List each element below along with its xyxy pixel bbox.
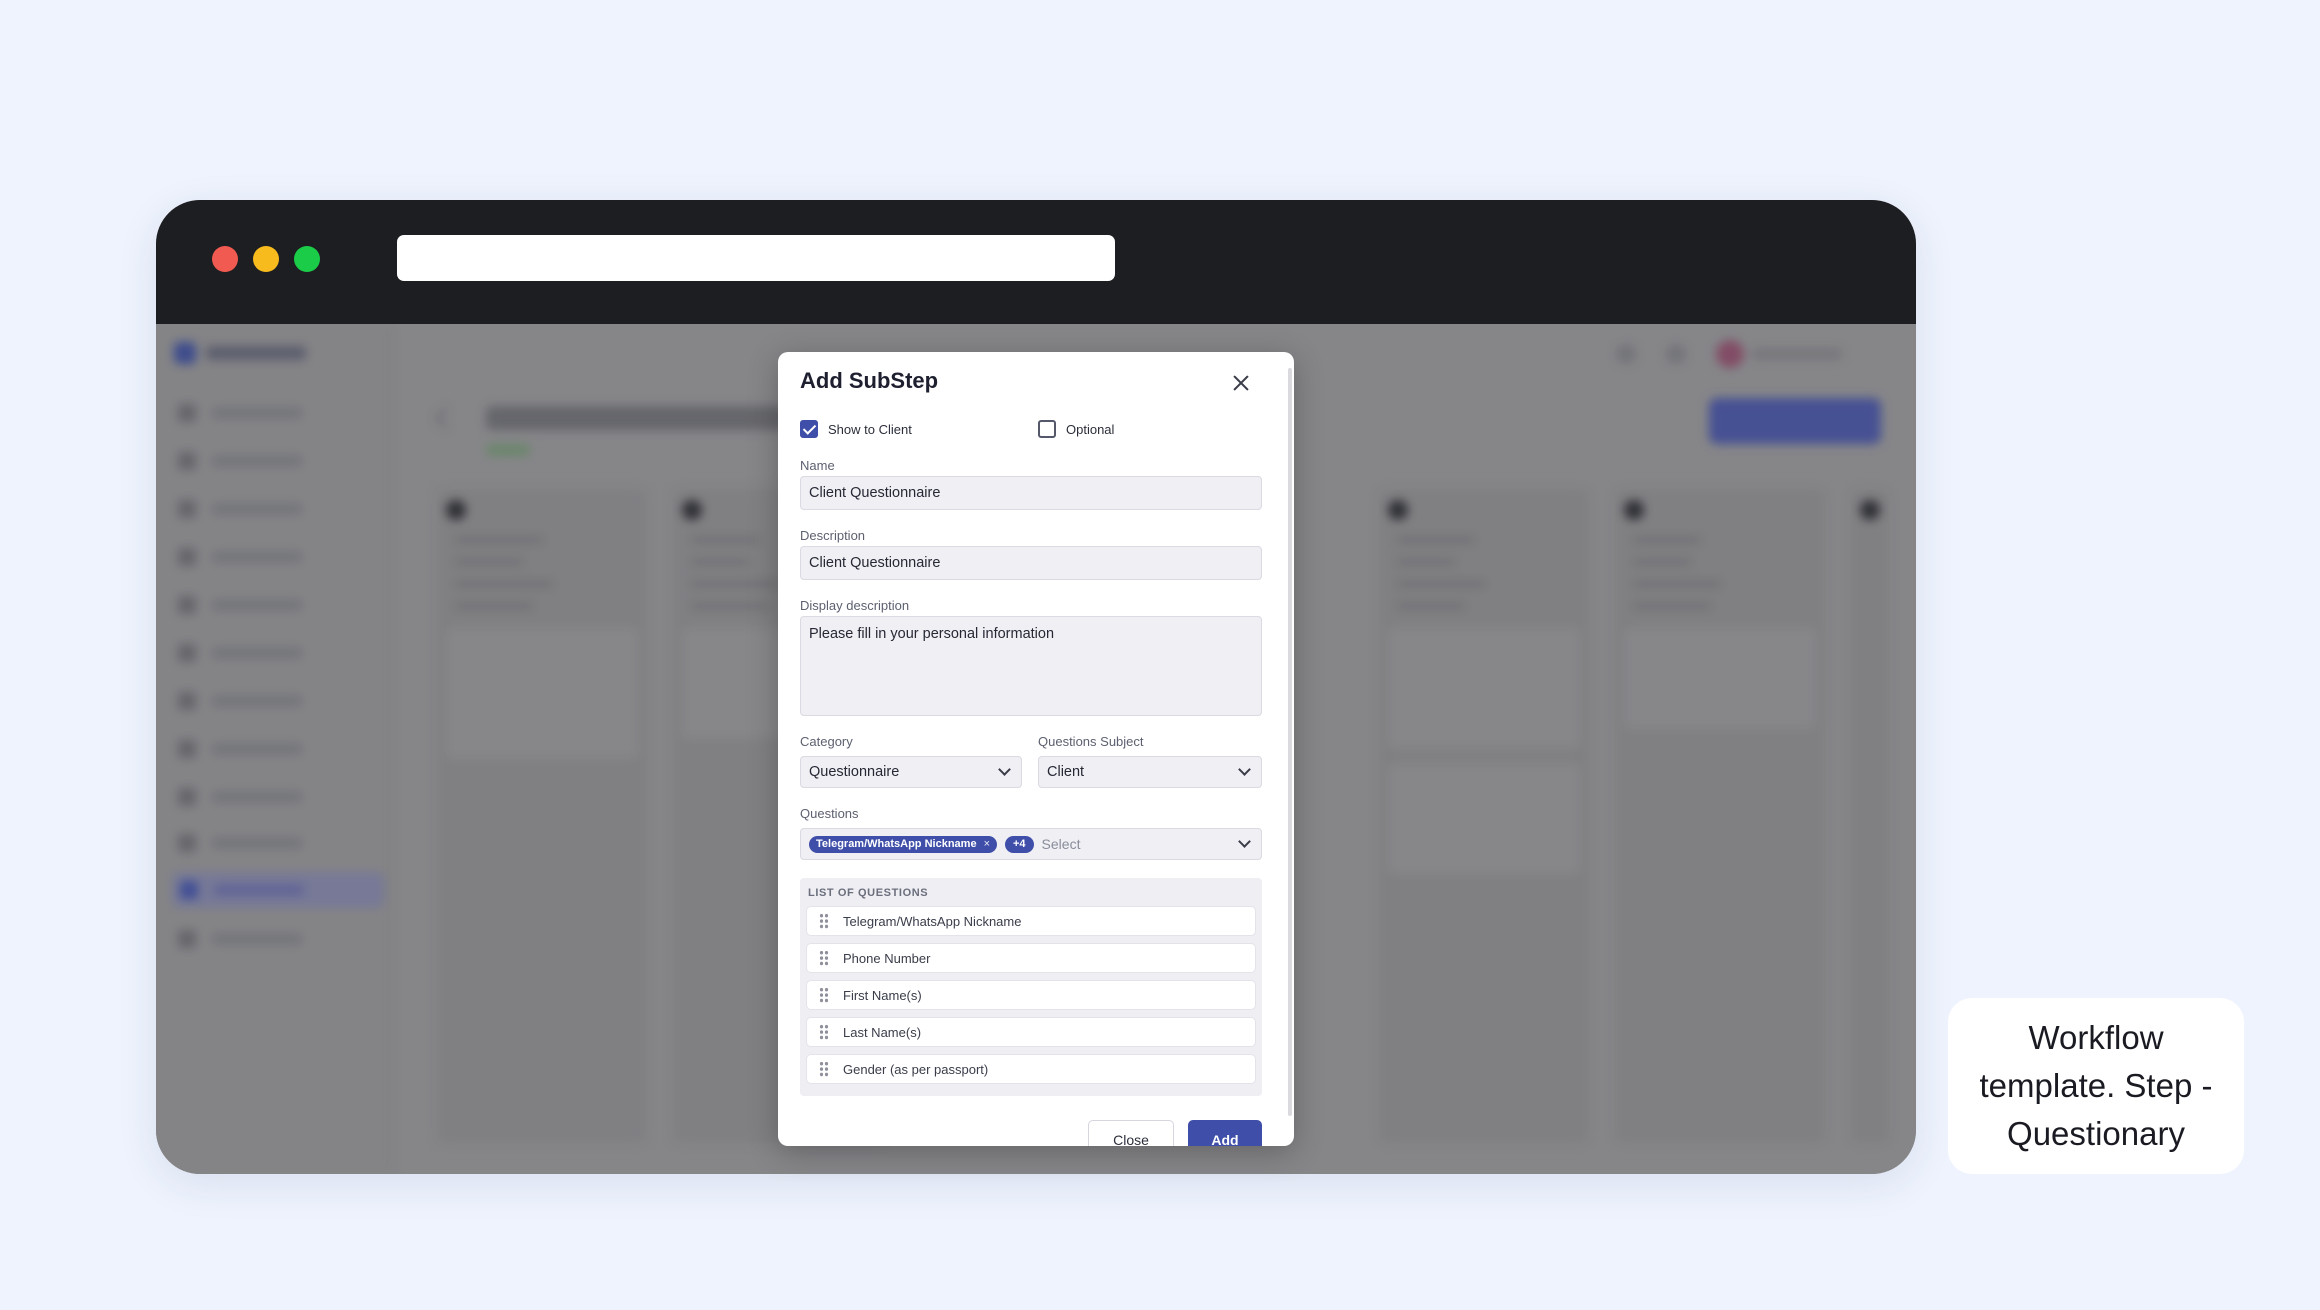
- add-substep-dialog: Add SubStep Show to Client Optional Name…: [778, 352, 1294, 1146]
- drag-handle-icon[interactable]: [819, 913, 829, 929]
- description-label: Description: [800, 528, 866, 543]
- close-icon[interactable]: [1230, 372, 1252, 394]
- address-bar[interactable]: [397, 235, 1115, 281]
- questions-multiselect[interactable]: Telegram/WhatsApp Nickname × +4 Select: [800, 828, 1262, 860]
- caption-box: Workflow template. Step - Questionary: [1948, 998, 2244, 1174]
- show-to-client-checkbox[interactable]: Show to Client: [800, 420, 912, 438]
- close-button[interactable]: Close: [1088, 1120, 1174, 1146]
- add-button[interactable]: Add: [1188, 1120, 1262, 1146]
- questions-label: Questions: [800, 806, 859, 821]
- drag-handle-icon[interactable]: [819, 1024, 829, 1040]
- drag-handle-icon[interactable]: [819, 950, 829, 966]
- checkbox-checked-icon[interactable]: [800, 420, 818, 438]
- chevron-down-icon: [998, 763, 1011, 776]
- optional-label: Optional: [1066, 421, 1115, 437]
- name-value: Client Questionnaire: [809, 485, 941, 501]
- description-input[interactable]: Client Questionnaire: [800, 546, 1262, 580]
- minimize-window-dot[interactable]: [253, 246, 279, 272]
- questions-placeholder: Select: [1041, 836, 1081, 852]
- drag-handle-icon[interactable]: [819, 987, 829, 1003]
- question-list-item[interactable]: Telegram/WhatsApp Nickname: [806, 906, 1256, 936]
- question-list-item-label: Phone Number: [843, 950, 931, 966]
- browser-titlebar: [156, 200, 1916, 324]
- more-chips-badge[interactable]: +4: [1005, 835, 1034, 853]
- question-list-item[interactable]: First Name(s): [806, 980, 1256, 1010]
- question-list-item[interactable]: Last Name(s): [806, 1017, 1256, 1047]
- category-select[interactable]: Questionnaire: [800, 756, 1022, 788]
- name-label: Name: [800, 458, 835, 473]
- question-chip[interactable]: Telegram/WhatsApp Nickname ×: [809, 835, 997, 853]
- questions-subject-select[interactable]: Client: [1038, 756, 1262, 788]
- question-list-item-label: Last Name(s): [843, 1024, 922, 1040]
- category-value: Questionnaire: [809, 764, 900, 780]
- modal-scrollbar[interactable]: [1288, 368, 1292, 1116]
- questions-subject-label: Questions Subject: [1038, 734, 1144, 749]
- optional-checkbox[interactable]: Optional: [1038, 420, 1114, 438]
- question-list-item-label: Gender (as per passport): [843, 1061, 989, 1077]
- checkbox-unchecked-icon[interactable]: [1038, 420, 1056, 438]
- question-list-item[interactable]: Gender (as per passport): [806, 1054, 1256, 1084]
- question-list-item-label: Telegram/WhatsApp Nickname: [843, 913, 1022, 929]
- show-to-client-label: Show to Client: [828, 421, 912, 437]
- close-window-dot[interactable]: [212, 246, 238, 272]
- questions-subject-value: Client: [1047, 764, 1085, 780]
- question-chip-label: Telegram/WhatsApp Nickname: [816, 838, 977, 850]
- list-of-questions-heading: LIST OF QUESTIONS: [808, 887, 929, 899]
- display-description-textarea[interactable]: Please fill in your personal information: [800, 616, 1262, 716]
- maximize-window-dot[interactable]: [294, 246, 320, 272]
- dialog-title: Add SubStep: [800, 368, 939, 393]
- caption-text: Workflow template. Step - Questionary: [1979, 1019, 2213, 1152]
- question-list-item-label: First Name(s): [843, 987, 922, 1003]
- chevron-down-icon: [1238, 835, 1251, 848]
- name-input[interactable]: Client Questionnaire: [800, 476, 1262, 510]
- chevron-down-icon: [1238, 763, 1251, 776]
- display-description-label: Display description: [800, 598, 910, 613]
- category-label: Category: [800, 734, 853, 749]
- question-list-item[interactable]: Phone Number: [806, 943, 1256, 973]
- chip-remove-icon[interactable]: ×: [984, 838, 990, 850]
- drag-handle-icon[interactable]: [819, 1061, 829, 1077]
- list-of-questions: LIST OF QUESTIONS Telegram/WhatsApp Nick…: [800, 878, 1262, 1096]
- description-value: Client Questionnaire: [809, 555, 941, 571]
- display-description-value: Please fill in your personal information: [809, 626, 1055, 642]
